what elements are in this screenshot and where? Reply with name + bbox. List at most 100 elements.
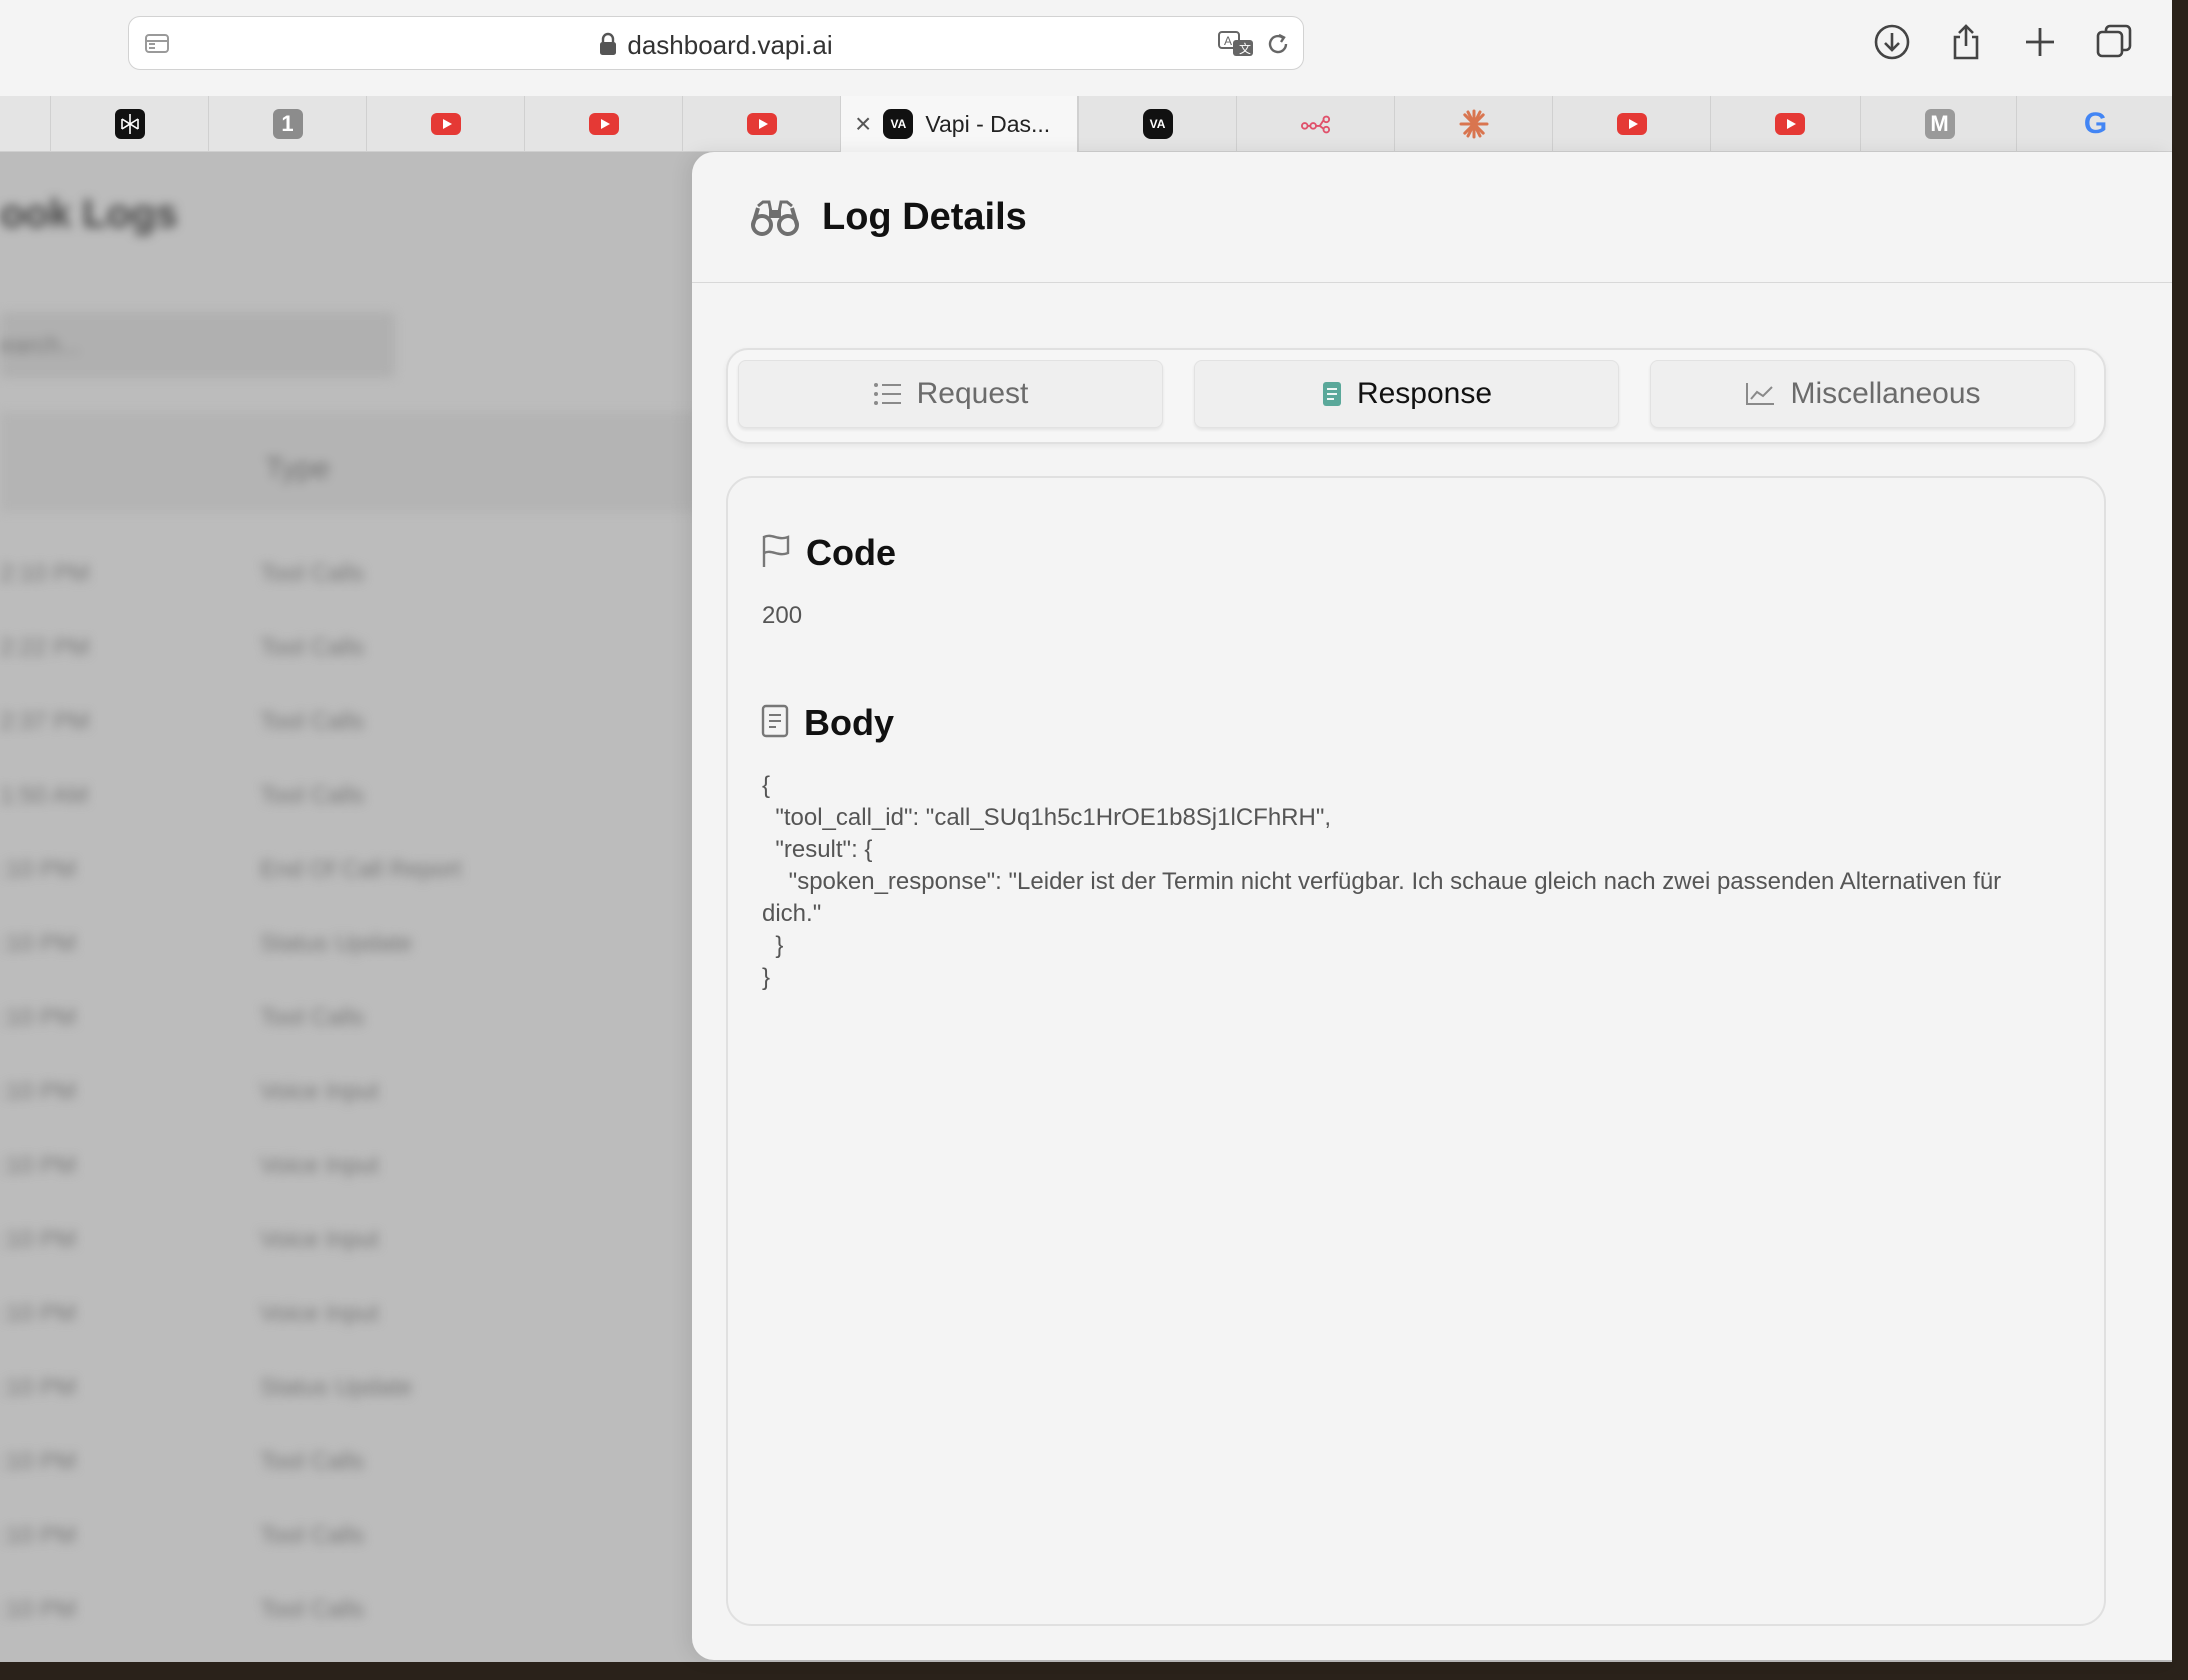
document-outline-icon xyxy=(760,703,790,744)
tab-vapi-2[interactable]: VA xyxy=(1078,96,1236,152)
tab-youtube-1[interactable] xyxy=(366,96,524,152)
table-row[interactable]: 2:10 PM Tool Calls xyxy=(0,538,700,612)
row-time: :10 PM xyxy=(0,1004,77,1031)
table-row[interactable]: 1:50 AM Tool Calls xyxy=(0,760,700,834)
tab-response-label: Response xyxy=(1356,377,1493,410)
tab-onepassword[interactable]: 1 xyxy=(208,96,366,152)
youtube-icon xyxy=(588,113,619,135)
row-type: Voice Input xyxy=(260,1300,379,1327)
row-time: :10 PM xyxy=(0,1448,77,1475)
table-row[interactable]: :10 PM Tool Calls xyxy=(0,1426,700,1500)
table-row[interactable]: :10 PM End Of Call Report xyxy=(0,834,700,908)
youtube-icon xyxy=(430,113,461,135)
row-type: Tool Calls xyxy=(260,708,365,735)
share-icon[interactable] xyxy=(1946,22,1986,62)
table-row[interactable]: :10 PM Voice Input xyxy=(0,1204,700,1278)
table-row[interactable]: :10 PMTool Calls xyxy=(0,1648,700,1662)
tab-youtube-4[interactable] xyxy=(1552,96,1710,152)
document-icon xyxy=(1321,380,1343,408)
vapi-icon: VA xyxy=(1142,109,1173,139)
row-type: Tool Calls xyxy=(260,1004,365,1031)
table-row[interactable]: :10 PM Voice Input xyxy=(0,1056,700,1130)
log-details-panel: Log Details Request Response Miscellaneo… xyxy=(692,152,2172,1660)
tab-youtube-2[interactable] xyxy=(524,96,682,152)
close-tab-icon[interactable]: × xyxy=(855,110,871,138)
row-time: :10 PM xyxy=(0,1078,77,1105)
row-time: :10 PM xyxy=(0,1596,77,1623)
tab-youtube-3[interactable] xyxy=(682,96,840,152)
row-time: :10 PM xyxy=(0,1300,77,1327)
tab-miscellaneous-label: Miscellaneous xyxy=(1790,377,1981,410)
row-time: 2:10 PM xyxy=(0,560,90,587)
detail-tabs: Request Response Miscellaneous xyxy=(726,348,2106,444)
tab-n8n[interactable] xyxy=(1236,96,1394,152)
tab-google[interactable]: G xyxy=(2016,96,2174,152)
row-type: Voice Input xyxy=(260,1226,379,1253)
reload-icon[interactable] xyxy=(1263,29,1293,64)
body-heading: Body xyxy=(804,702,894,743)
flag-icon xyxy=(760,533,792,574)
body-section-header: Body xyxy=(760,702,894,744)
row-type: Tool Calls xyxy=(260,782,365,809)
tab-title: Vapi - Das... xyxy=(925,110,1051,137)
perplexity-icon xyxy=(114,109,145,139)
row-type: Tool Calls xyxy=(260,560,365,587)
row-type: Voice Input xyxy=(260,1078,379,1105)
table-row[interactable]: 2:22 PM Tool Calls xyxy=(0,612,700,686)
youtube-icon xyxy=(1774,113,1805,135)
panel-title: Log Details xyxy=(822,196,1027,238)
svg-text:A: A xyxy=(1224,34,1232,48)
n8n-icon xyxy=(1300,109,1331,139)
tab-medium[interactable]: M xyxy=(1860,96,2018,152)
tab-strip: 1 × VA Vapi - Das... VA M G xyxy=(0,96,2172,152)
translate-icon[interactable]: A文 xyxy=(1217,29,1257,64)
table-row[interactable]: :10 PM Tool Calls xyxy=(0,1574,700,1648)
chart-line-icon xyxy=(1744,381,1776,407)
row-time: :10 PM xyxy=(0,856,77,883)
table-row[interactable]: :10 PM Voice Input xyxy=(0,1278,700,1352)
row-time: 2:37 PM xyxy=(0,708,90,735)
response-content: Code 200 Body { "tool_call_id": "call_SU… xyxy=(726,476,2106,1626)
page-title: ook Logs xyxy=(0,192,178,236)
google-icon: G xyxy=(2083,107,2108,140)
onepassword-icon: 1 xyxy=(272,109,303,139)
row-type: Tool Calls xyxy=(260,1448,365,1475)
tab-claude[interactable] xyxy=(1394,96,1552,152)
table-row[interactable]: 2:37 PM Tool Calls xyxy=(0,686,700,760)
tab-overview-icon[interactable] xyxy=(2094,22,2134,62)
lock-icon xyxy=(599,32,617,63)
row-time: 2:22 PM xyxy=(0,634,90,661)
tab-miscellaneous[interactable]: Miscellaneous xyxy=(1650,360,2075,428)
url-display[interactable]: dashboard.vapi.ai xyxy=(129,30,1303,63)
row-type: Tool Calls xyxy=(260,1596,365,1623)
list-icon xyxy=(873,381,903,407)
svg-text:文: 文 xyxy=(1239,41,1251,56)
table-header: Type xyxy=(0,412,700,512)
row-time: :10 PM xyxy=(0,1374,77,1401)
table-row[interactable]: :10 PMTool Calls xyxy=(0,1500,700,1574)
column-type: Type xyxy=(265,452,331,485)
address-bar[interactable]: dashboard.vapi.ai A文 xyxy=(128,16,1304,70)
code-heading: Code xyxy=(806,532,896,573)
code-value: 200 xyxy=(762,602,803,629)
tab-youtube-5[interactable] xyxy=(1710,96,1868,152)
tab-vapi-active[interactable]: × VA Vapi - Das... xyxy=(840,96,1078,152)
row-time: :10 PM xyxy=(0,1226,77,1253)
new-tab-icon[interactable] xyxy=(2020,22,2060,62)
downloads-icon[interactable] xyxy=(1872,22,1912,62)
tab-perplexity[interactable] xyxy=(50,96,208,152)
table-row[interactable]: :10 PM Status Update xyxy=(0,1352,700,1426)
binoculars-icon xyxy=(750,198,800,243)
row-type: End Of Call Report xyxy=(260,856,462,883)
code-section-header: Code xyxy=(760,532,896,574)
claude-icon xyxy=(1459,109,1489,139)
search-input[interactable]: earch... xyxy=(0,312,395,378)
table-row[interactable]: :10 PM Tool Calls xyxy=(0,982,700,1056)
youtube-icon xyxy=(1616,113,1647,135)
table-row[interactable]: :10 PM Status Update xyxy=(0,908,700,982)
tab-request[interactable]: Request xyxy=(738,360,1163,428)
row-type: Tool Calls xyxy=(260,634,365,661)
vapi-icon: VA xyxy=(883,109,914,139)
tab-response[interactable]: Response xyxy=(1194,360,1619,428)
table-row[interactable]: :10 PM Voice Input xyxy=(0,1130,700,1204)
